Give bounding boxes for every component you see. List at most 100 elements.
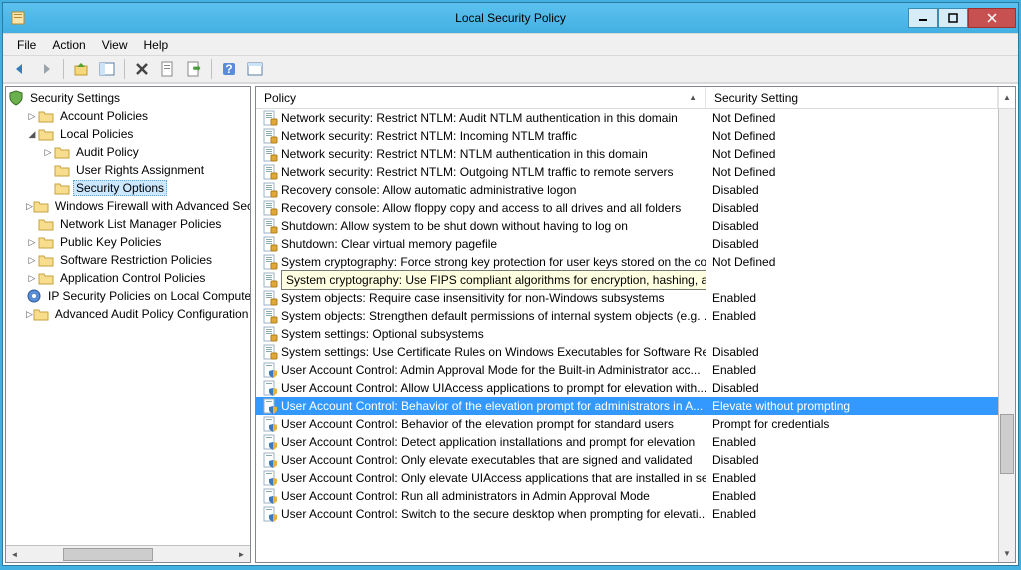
tree-item-label: Audit Policy [73, 145, 142, 159]
policy-setting: Disabled [706, 237, 1015, 251]
expander-icon[interactable]: ▷ [26, 255, 38, 266]
up-button[interactable] [70, 58, 92, 80]
list-row[interactable]: User Account Control: Run all administra… [256, 487, 1015, 505]
back-button[interactable] [9, 58, 31, 80]
tree-item[interactable]: ▷Software Restriction Policies [6, 251, 250, 269]
tree-item[interactable]: ▷Advanced Audit Policy Configuration [6, 305, 250, 323]
tree-item[interactable]: ◢Local Policies [6, 125, 250, 143]
scroll-left-icon[interactable]: ◄ [6, 546, 23, 562]
expander-icon[interactable]: ▷ [26, 237, 38, 248]
column-security-setting[interactable]: Security Setting [706, 87, 998, 108]
list-row[interactable]: User Account Control: Only elevate UIAcc… [256, 469, 1015, 487]
policy-setting: Enabled [706, 489, 1015, 503]
tree-view[interactable]: Security Settings▷Account Policies◢Local… [6, 87, 250, 545]
list-row[interactable]: System cryptography: Use FIPS compliant … [256, 271, 1015, 289]
tree-root[interactable]: Security Settings [6, 89, 250, 107]
show-hide-tree-button[interactable] [96, 58, 118, 80]
expander-icon[interactable]: ▷ [26, 111, 38, 122]
menu-view[interactable]: View [94, 36, 136, 54]
scroll-up-icon[interactable]: ▲ [998, 87, 1015, 108]
tree-pane: Security Settings▷Account Policies◢Local… [5, 86, 251, 563]
menu-file[interactable]: File [9, 36, 44, 54]
folder-icon [38, 234, 54, 250]
properties-button[interactable] [157, 58, 179, 80]
forward-button[interactable] [35, 58, 57, 80]
tree-item[interactable]: User Rights Assignment [6, 161, 250, 179]
policy-setting: Not Defined [706, 165, 1015, 179]
titlebar[interactable]: Local Security Policy [3, 3, 1018, 33]
refresh-button[interactable] [244, 58, 266, 80]
list-row[interactable]: System objects: Require case insensitivi… [256, 289, 1015, 307]
list-row[interactable]: User Account Control: Behavior of the el… [256, 415, 1015, 433]
list-row[interactable]: Network security: Restrict NTLM: NTLM au… [256, 145, 1015, 163]
export-button[interactable] [183, 58, 205, 80]
policy-setting: Enabled [706, 291, 1015, 305]
policy-setting: Enabled [706, 471, 1015, 485]
policy-icon [262, 146, 278, 162]
folder-icon [38, 252, 54, 268]
expander-icon[interactable]: ▷ [26, 309, 33, 320]
policy-name: Network security: Restrict NTLM: Audit N… [281, 111, 678, 125]
list-row[interactable]: User Account Control: Allow UIAccess app… [256, 379, 1015, 397]
policy-setting: Disabled [706, 381, 1015, 395]
tree-item-label: Network List Manager Policies [57, 217, 224, 231]
list-row[interactable]: System cryptography: Force strong key pr… [256, 253, 1015, 271]
tree-item[interactable]: Network List Manager Policies [6, 215, 250, 233]
policy-icon [262, 272, 278, 288]
policy-setting: Disabled [706, 201, 1015, 215]
list-row[interactable]: Network security: Restrict NTLM: Outgoin… [256, 163, 1015, 181]
folder-icon [38, 216, 54, 232]
expander-icon[interactable]: ▷ [26, 201, 33, 212]
expander-icon[interactable]: ◢ [26, 129, 38, 140]
list-row[interactable]: System settings: Use Certificate Rules o… [256, 343, 1015, 361]
close-button[interactable] [968, 8, 1016, 28]
app-icon [11, 10, 27, 26]
expander-icon[interactable]: ▷ [26, 273, 38, 284]
folder-icon [33, 198, 49, 214]
list-row[interactable]: Shutdown: Clear virtual memory pagefileD… [256, 235, 1015, 253]
vertical-scrollbar[interactable]: ▼ [998, 109, 1015, 562]
policy-list[interactable]: Network security: Restrict NTLM: Audit N… [256, 109, 1015, 562]
delete-button[interactable] [131, 58, 153, 80]
policy-setting: Not Defined [706, 111, 1015, 125]
tree-item[interactable]: ▷Application Control Policies [6, 269, 250, 287]
help-button[interactable]: ? [218, 58, 240, 80]
tree-horizontal-scrollbar[interactable]: ◄ ► [6, 545, 250, 562]
maximize-button[interactable] [938, 8, 968, 28]
tree-item[interactable]: ▷Windows Firewall with Advanced Security [6, 197, 250, 215]
folder-icon [26, 288, 42, 304]
list-row[interactable]: User Account Control: Switch to the secu… [256, 505, 1015, 523]
column-policy[interactable]: Policy▲ [256, 87, 706, 108]
tree-item[interactable]: ▷Account Policies [6, 107, 250, 125]
policy-icon [262, 488, 278, 504]
menubar: File Action View Help [3, 33, 1018, 55]
folder-icon [33, 306, 49, 322]
list-row[interactable]: System objects: Strengthen default permi… [256, 307, 1015, 325]
list-row[interactable]: Network security: Restrict NTLM: Audit N… [256, 109, 1015, 127]
list-row[interactable]: User Account Control: Detect application… [256, 433, 1015, 451]
policy-icon [262, 506, 278, 522]
list-row[interactable]: Network security: Restrict NTLM: Incomin… [256, 127, 1015, 145]
tooltip: System cryptography: Use FIPS compliant … [281, 270, 706, 290]
minimize-button[interactable] [908, 8, 938, 28]
tree-item[interactable]: IP Security Policies on Local Computer [6, 287, 250, 305]
list-row[interactable]: User Account Control: Admin Approval Mod… [256, 361, 1015, 379]
scrollbar-thumb[interactable] [1000, 414, 1014, 474]
list-row[interactable]: Shutdown: Allow system to be shut down w… [256, 217, 1015, 235]
policy-setting: Disabled [706, 345, 1015, 359]
list-row[interactable]: User Account Control: Behavior of the el… [256, 397, 1015, 415]
scroll-right-icon[interactable]: ► [233, 546, 250, 562]
list-row[interactable]: System settings: Optional subsystems [256, 325, 1015, 343]
tree-item[interactable]: Security Options [6, 179, 250, 197]
list-row[interactable]: Recovery console: Allow automatic admini… [256, 181, 1015, 199]
scroll-down-icon[interactable]: ▼ [999, 545, 1015, 562]
list-row[interactable]: Recovery console: Allow floppy copy and … [256, 199, 1015, 217]
expander-icon[interactable]: ▷ [42, 147, 54, 158]
list-row[interactable]: User Account Control: Only elevate execu… [256, 451, 1015, 469]
tree-item[interactable]: ▷ Audit Policy [6, 143, 250, 161]
menu-help[interactable]: Help [136, 36, 177, 54]
tree-item[interactable]: ▷Public Key Policies [6, 233, 250, 251]
policy-icon [262, 290, 278, 306]
menu-action[interactable]: Action [44, 36, 93, 54]
policy-setting: Enabled [706, 435, 1015, 449]
